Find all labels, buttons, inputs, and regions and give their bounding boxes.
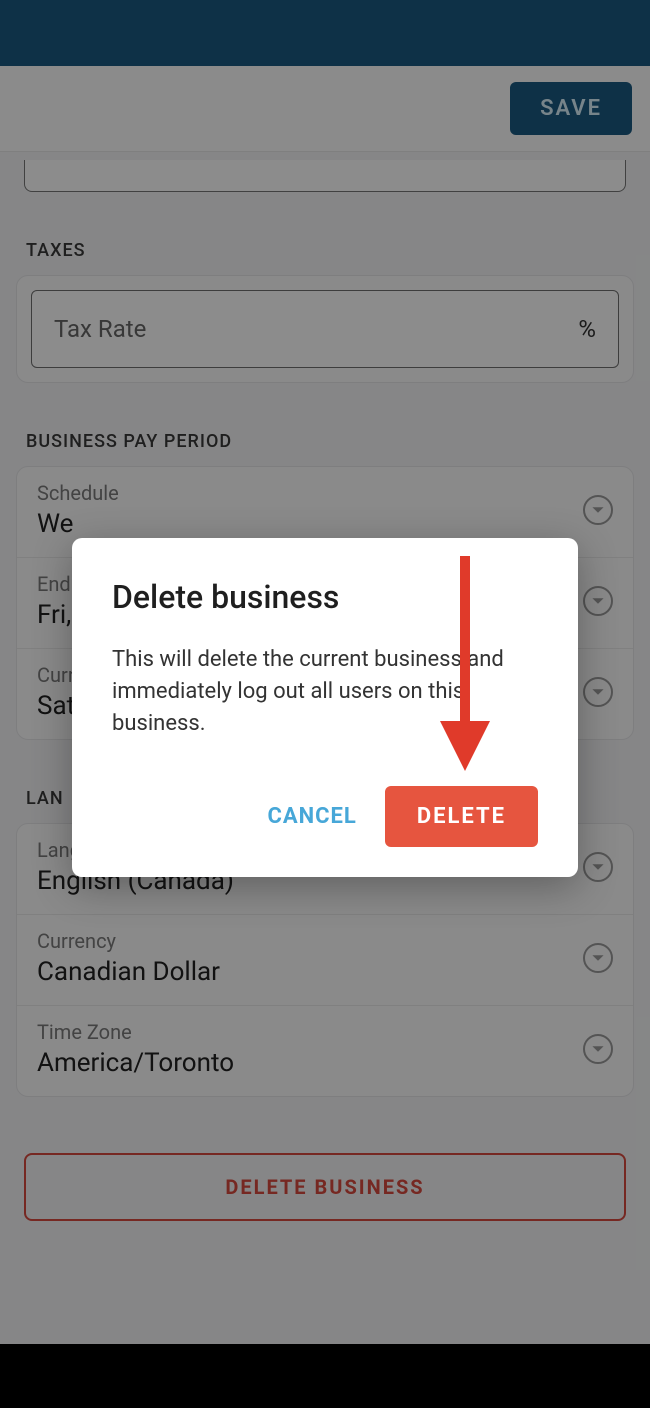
dialog-actions: CANCEL DELETE <box>112 786 538 847</box>
dialog-body: This will delete the current business an… <box>112 644 538 740</box>
dialog-title: Delete business <box>112 578 538 616</box>
delete-business-dialog: Delete business This will delete the cur… <box>72 538 578 877</box>
confirm-delete-button[interactable]: DELETE <box>385 786 538 847</box>
cancel-button[interactable]: CANCEL <box>267 804 356 829</box>
modal-overlay[interactable]: Delete business This will delete the cur… <box>0 0 650 1408</box>
